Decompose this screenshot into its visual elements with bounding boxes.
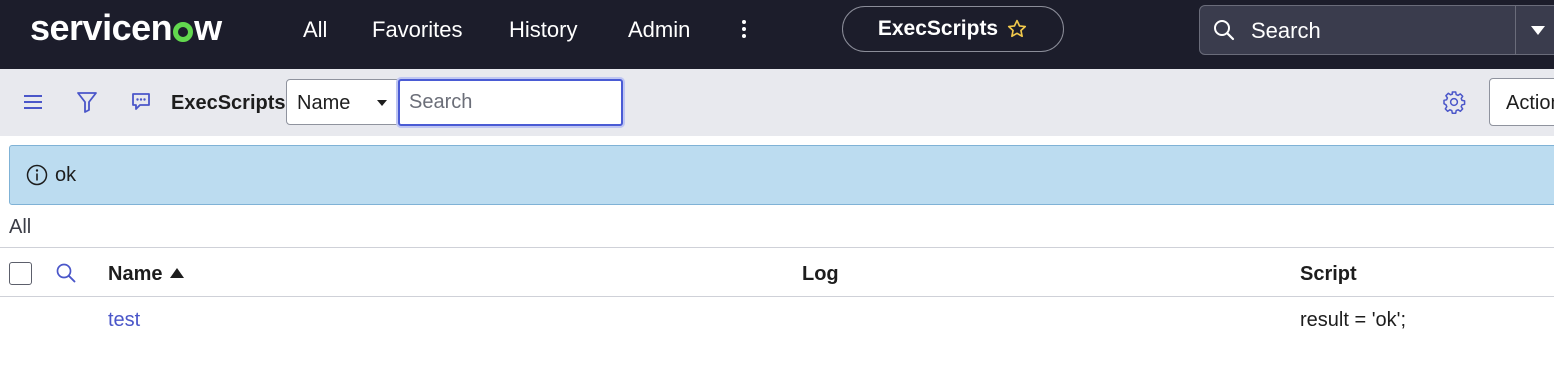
sort-ascending-icon xyxy=(170,268,185,278)
list-title: ExecScripts xyxy=(171,92,286,114)
search-icon[interactable] xyxy=(55,262,77,284)
context-title: ExecScripts xyxy=(877,17,999,40)
table-header-row: Name Log Script xyxy=(0,247,1554,297)
more-vertical-icon[interactable] xyxy=(741,20,747,40)
search-icon xyxy=(1214,20,1235,41)
nav-item-history[interactable]: History xyxy=(509,17,577,43)
hamburger-icon[interactable] xyxy=(23,93,43,111)
list-search-input[interactable] xyxy=(398,79,623,126)
select-all-checkbox[interactable] xyxy=(9,262,32,285)
column-header-log[interactable]: Log xyxy=(802,262,839,286)
row-name-link[interactable]: test xyxy=(108,308,140,332)
info-message: ok xyxy=(9,145,1554,205)
nav-item-admin[interactable]: Admin xyxy=(628,17,690,43)
nav-item-favorites[interactable]: Favorites xyxy=(372,17,462,43)
logo-text-start: servicen xyxy=(30,7,173,48)
global-search-placeholder: Search xyxy=(1251,18,1321,43)
breadcrumb-all[interactable]: All xyxy=(9,215,31,239)
context-title-pill[interactable]: ExecScripts xyxy=(842,6,1064,52)
search-divider xyxy=(1515,6,1516,54)
column-header-script[interactable]: Script xyxy=(1300,262,1357,286)
list-toolbar: ExecScripts Name Actions on selected row… xyxy=(0,69,1554,136)
chevron-down-icon xyxy=(377,100,387,106)
top-navigation-bar: servicen w All Favorites History Admin Ex… xyxy=(0,0,1554,69)
funnel-icon[interactable] xyxy=(76,90,98,114)
row-script-cell: result = 'ok'; xyxy=(1300,309,1407,331)
info-icon xyxy=(26,164,48,186)
gear-icon[interactable] xyxy=(1442,90,1466,114)
logo-text-end: w xyxy=(194,7,222,48)
global-search-box[interactable]: Search xyxy=(1199,5,1554,55)
chevron-down-icon[interactable] xyxy=(1529,22,1547,38)
actions-select[interactable]: Actions on selected rows... xyxy=(1489,78,1554,126)
column-header-name[interactable]: Name xyxy=(108,262,185,286)
logo-o-icon xyxy=(173,22,194,42)
info-message-text: ok xyxy=(55,164,77,186)
chat-icon[interactable] xyxy=(130,91,152,113)
table-row: test result = 'ok'; xyxy=(0,297,1554,345)
star-outline-icon[interactable] xyxy=(1006,18,1028,40)
search-field-select[interactable]: Name xyxy=(286,79,400,125)
nav-item-all[interactable]: All xyxy=(303,17,327,43)
column-header-name-label: Name xyxy=(108,263,163,285)
search-field-value: Name xyxy=(297,92,351,114)
servicenow-logo[interactable]: servicen w xyxy=(30,8,222,48)
